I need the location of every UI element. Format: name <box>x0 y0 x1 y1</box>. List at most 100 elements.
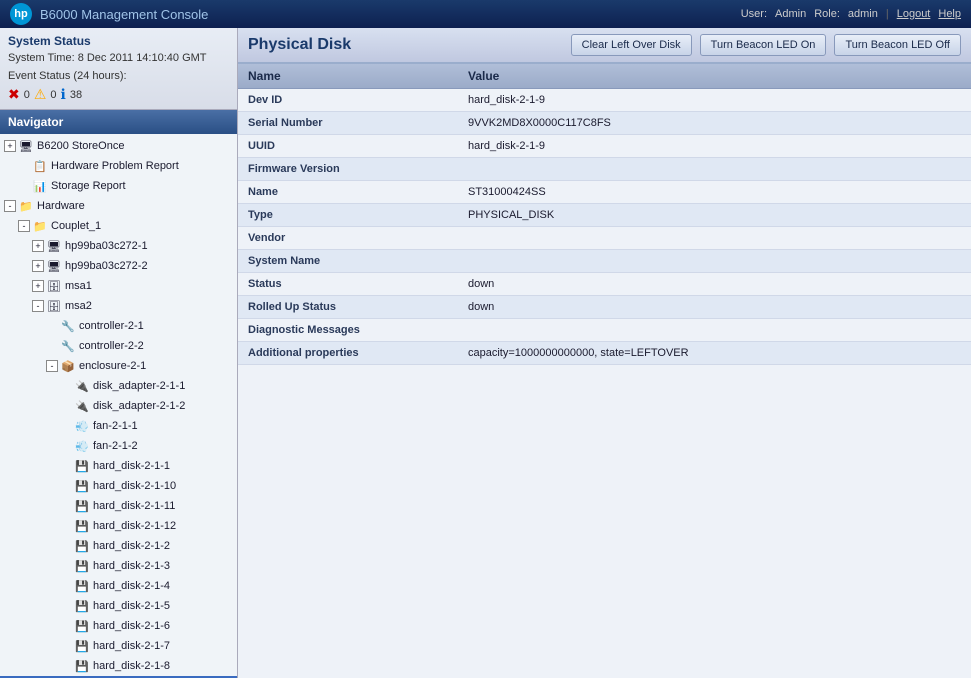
nav-item-label: hard_disk-2-1-6 <box>93 620 170 632</box>
property-value: 9VVK2MD8X0000C117C8FS <box>458 112 971 135</box>
nav-item-hard_disk-2-1-3[interactable]: 💾hard_disk-2-1-3 <box>0 556 237 576</box>
beacon-off-button[interactable]: Turn Beacon LED Off <box>834 34 961 56</box>
disk-icon: 💾 <box>74 538 90 554</box>
logout-link[interactable]: Logout <box>897 8 931 20</box>
table-header-row: Name Value <box>238 64 971 89</box>
nav-item-label: hard_disk-2-1-5 <box>93 600 170 612</box>
property-value <box>458 319 971 342</box>
property-name: Status <box>238 273 458 296</box>
table-row: TypePHYSICAL_DISK <box>238 204 971 227</box>
nav-item-label: enclosure-2-1 <box>79 360 146 372</box>
page-title: Physical Disk <box>248 36 563 54</box>
nav-item-label: controller-2-1 <box>79 320 144 332</box>
nav-item-disk_adapter-2-1-1[interactable]: 🔌disk_adapter-2-1-1 <box>0 376 237 396</box>
nav-item-hard_disk-2-1-8[interactable]: 💾hard_disk-2-1-8 <box>0 656 237 676</box>
tree-toggle[interactable]: - <box>32 300 44 312</box>
info-icon: ℹ <box>61 86 66 103</box>
tree-toggle[interactable]: + <box>4 140 16 152</box>
disk-icon: 💾 <box>74 498 90 514</box>
fan-icon: 💨 <box>74 418 90 434</box>
table-row: Dev IDhard_disk-2-1-9 <box>238 89 971 112</box>
nav-item-label: fan-2-1-1 <box>93 420 138 432</box>
event-counts: ✖ 0 ⚠ 0 ℹ 38 <box>8 86 229 103</box>
nav-item-disk_adapter-2-1-2[interactable]: 🔌disk_adapter-2-1-2 <box>0 396 237 416</box>
nav-item-hard_disk-2-1-12[interactable]: 💾hard_disk-2-1-12 <box>0 516 237 536</box>
tree-toggle[interactable]: + <box>32 240 44 252</box>
navigator-title: Navigator <box>0 110 237 134</box>
user-label: User: <box>741 8 767 20</box>
nav-item-hard_disk-2-1-7[interactable]: 💾hard_disk-2-1-7 <box>0 636 237 656</box>
tree-toggle[interactable]: + <box>32 280 44 292</box>
nav-item-label: fan-2-1-2 <box>93 440 138 452</box>
tree-toggle[interactable]: + <box>32 260 44 272</box>
warning-icon: ⚠ <box>34 86 47 103</box>
nav-item-msa1[interactable]: +🗄msa1 <box>0 276 237 296</box>
nav-item-label: hard_disk-2-1-12 <box>93 520 176 532</box>
nav-tree[interactable]: +🖥B6200 StoreOnce📋Hardware Problem Repor… <box>0 134 237 678</box>
system-status-title: System Status <box>8 34 229 48</box>
disk-icon: 💾 <box>74 578 90 594</box>
navigator-panel: Navigator +🖥B6200 StoreOnce📋Hardware Pro… <box>0 110 237 678</box>
nav-item-label: hard_disk-2-1-10 <box>93 480 176 492</box>
nav-item-label: Storage Report <box>51 180 126 192</box>
clear-leftover-button[interactable]: Clear Left Over Disk <box>571 34 692 56</box>
server-icon: 🖥 <box>46 258 62 274</box>
property-value <box>458 158 971 181</box>
property-name: Diagnostic Messages <box>238 319 458 342</box>
disk-icon: 💾 <box>74 458 90 474</box>
nav-item-label: hard_disk-2-1-11 <box>93 500 175 512</box>
disk-icon: 💾 <box>74 518 90 534</box>
nav-item-controller-2-1[interactable]: 🔧controller-2-1 <box>0 316 237 336</box>
nav-item-hard_disk-2-1-6[interactable]: 💾hard_disk-2-1-6 <box>0 616 237 636</box>
nav-item-hard_disk-2-1-4[interactable]: 💾hard_disk-2-1-4 <box>0 576 237 596</box>
nav-item-label: disk_adapter-2-1-1 <box>93 380 185 392</box>
disk-icon: 💾 <box>74 658 90 674</box>
nav-item-label: msa2 <box>65 300 92 312</box>
nav-item-hard_disk-2-1-2[interactable]: 💾hard_disk-2-1-2 <box>0 536 237 556</box>
nav-item-label: hard_disk-2-1-8 <box>93 660 170 672</box>
properties-table: Name Value Dev IDhard_disk-2-1-9Serial N… <box>238 64 971 365</box>
nav-item-label: hard_disk-2-1-2 <box>93 540 170 552</box>
controller-icon: 🔧 <box>60 338 76 354</box>
nav-item-hw-problem[interactable]: 📋Hardware Problem Report <box>0 156 237 176</box>
tree-toggle[interactable]: - <box>4 200 16 212</box>
nav-item-label: B6200 StoreOnce <box>37 140 124 152</box>
nav-item-hard_disk-2-1-10[interactable]: 💾hard_disk-2-1-10 <box>0 476 237 496</box>
nav-item-msa2[interactable]: -🗄msa2 <box>0 296 237 316</box>
nav-item-hard_disk-2-1-1[interactable]: 💾hard_disk-2-1-1 <box>0 456 237 476</box>
role-value: admin <box>848 8 878 20</box>
nav-item-controller-2-2[interactable]: 🔧controller-2-2 <box>0 336 237 356</box>
nav-item-couplet1[interactable]: -📁Couplet_1 <box>0 216 237 236</box>
error-icon: ✖ <box>8 86 20 103</box>
nav-item-hardware[interactable]: -📁Hardware <box>0 196 237 216</box>
property-name: Type <box>238 204 458 227</box>
nav-item-enclosure-2-1[interactable]: -📦enclosure-2-1 <box>0 356 237 376</box>
nav-item-storage-report[interactable]: 📊Storage Report <box>0 176 237 196</box>
nav-item-fan-2-1-1[interactable]: 💨fan-2-1-1 <box>0 416 237 436</box>
table-row: Serial Number9VVK2MD8X0000C117C8FS <box>238 112 971 135</box>
tree-toggle[interactable]: - <box>46 360 58 372</box>
tree-toggle[interactable]: - <box>18 220 30 232</box>
nav-item-fan-2-1-2[interactable]: 💨fan-2-1-2 <box>0 436 237 456</box>
right-panel: Physical Disk Clear Left Over Disk Turn … <box>238 28 971 678</box>
table-row: Additional propertiescapacity=1000000000… <box>238 342 971 365</box>
property-value: hard_disk-2-1-9 <box>458 135 971 158</box>
nav-item-hard_disk-2-1-5[interactable]: 💾hard_disk-2-1-5 <box>0 596 237 616</box>
property-name: Additional properties <box>238 342 458 365</box>
help-link[interactable]: Help <box>938 8 961 20</box>
beacon-on-button[interactable]: Turn Beacon LED On <box>700 34 827 56</box>
nav-item-hard_disk-2-1-11[interactable]: 💾hard_disk-2-1-11 <box>0 496 237 516</box>
nav-item-hp99ba03c272-2[interactable]: +🖥hp99ba03c272-2 <box>0 256 237 276</box>
table-row: Vendor <box>238 227 971 250</box>
toolbar: Physical Disk Clear Left Over Disk Turn … <box>238 28 971 64</box>
server-icon: 🖥 <box>18 138 34 154</box>
property-value: PHYSICAL_DISK <box>458 204 971 227</box>
table-row: Rolled Up Statusdown <box>238 296 971 319</box>
adapter-icon: 🔌 <box>74 398 90 414</box>
adapter-icon: 🔌 <box>74 378 90 394</box>
nav-item-b6200[interactable]: +🖥B6200 StoreOnce <box>0 136 237 156</box>
left-panel: System Status System Time: 8 Dec 2011 14… <box>0 28 238 678</box>
role-label: Role: <box>814 8 840 20</box>
disk-icon: 💾 <box>74 618 90 634</box>
nav-item-hp99ba03c272-1[interactable]: +🖥hp99ba03c272-1 <box>0 236 237 256</box>
